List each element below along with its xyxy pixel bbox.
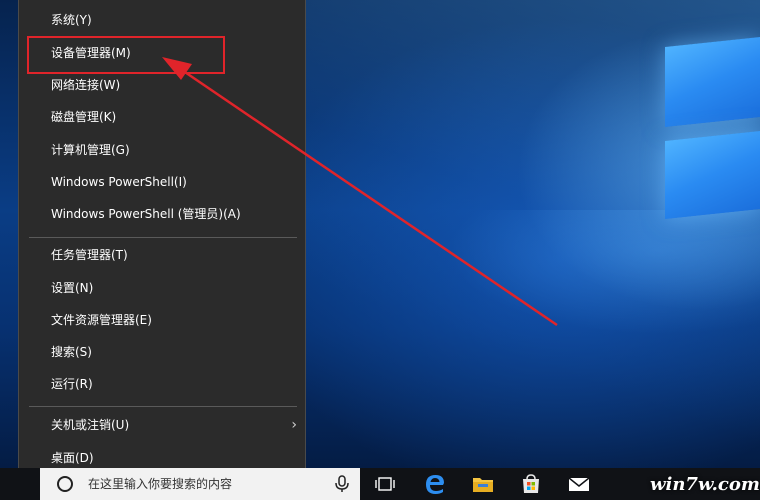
logo-pane xyxy=(665,131,760,219)
menu-separator xyxy=(29,406,297,407)
menu-item-shutdown-signout[interactable]: 关机或注销(U) › xyxy=(19,410,305,440)
logo-pane xyxy=(665,37,760,127)
menu-item-computer-management[interactable]: 计算机管理(G) xyxy=(19,135,305,165)
menu-item-label: 关机或注销(U) xyxy=(51,418,130,432)
search-placeholder: 在这里输入你要搜索的内容 xyxy=(88,477,233,491)
file-explorer-icon[interactable] xyxy=(470,472,496,496)
menu-item-label: 文件资源管理器(E) xyxy=(51,313,152,327)
menu-item-settings[interactable]: 设置(N) xyxy=(19,273,305,303)
menu-item-network-connections[interactable]: 网络连接(W) xyxy=(19,70,305,100)
store-icon[interactable] xyxy=(518,472,544,496)
menu-item-task-manager[interactable]: 任务管理器(T) xyxy=(19,240,305,270)
chevron-right-icon: › xyxy=(291,417,297,433)
edge-icon[interactable] xyxy=(422,472,448,496)
menu-item-powershell-admin[interactable]: Windows PowerShell (管理员)(A) xyxy=(19,199,305,229)
menu-separator xyxy=(29,237,297,238)
menu-item-label: 系统(Y) xyxy=(51,13,92,27)
menu-item-label: 计算机管理(G) xyxy=(51,143,130,157)
menu-item-label: 磁盘管理(K) xyxy=(51,110,117,124)
menu-item-disk-management[interactable]: 磁盘管理(K) xyxy=(19,102,305,132)
taskbar: 在这里输入你要搜索的内容 xyxy=(0,468,760,500)
start-button[interactable] xyxy=(0,468,16,500)
menu-item-label: Windows PowerShell (管理员)(A) xyxy=(51,207,241,221)
menu-item-label: 任务管理器(T) xyxy=(51,248,128,262)
menu-item-search[interactable]: 搜索(S) xyxy=(19,337,305,367)
menu-item-label: 网络连接(W) xyxy=(51,78,121,92)
menu-item-label: 运行(R) xyxy=(51,377,93,391)
task-view-icon[interactable] xyxy=(372,472,398,496)
windows-logo-graphic xyxy=(650,0,760,250)
menu-item-label: 桌面(D) xyxy=(51,451,94,465)
menu-item-powershell[interactable]: Windows PowerShell(I) xyxy=(19,167,305,197)
taskbar-search-box[interactable]: 在这里输入你要搜索的内容 xyxy=(40,468,360,500)
menu-item-label: 搜索(S) xyxy=(51,345,92,359)
menu-item-file-explorer[interactable]: 文件资源管理器(E) xyxy=(19,305,305,335)
cortana-circle-icon xyxy=(57,476,73,492)
menu-item-label: 设置(N) xyxy=(51,281,94,295)
microphone-icon[interactable] xyxy=(332,474,352,494)
menu-item-system[interactable]: 系统(Y) xyxy=(19,5,305,35)
watermark-text: win7w.com xyxy=(650,474,760,495)
mail-icon[interactable] xyxy=(566,472,592,496)
menu-item-label: Windows PowerShell(I) xyxy=(51,175,187,189)
annotation-highlight-box xyxy=(27,36,225,74)
menu-item-run[interactable]: 运行(R) xyxy=(19,369,305,399)
